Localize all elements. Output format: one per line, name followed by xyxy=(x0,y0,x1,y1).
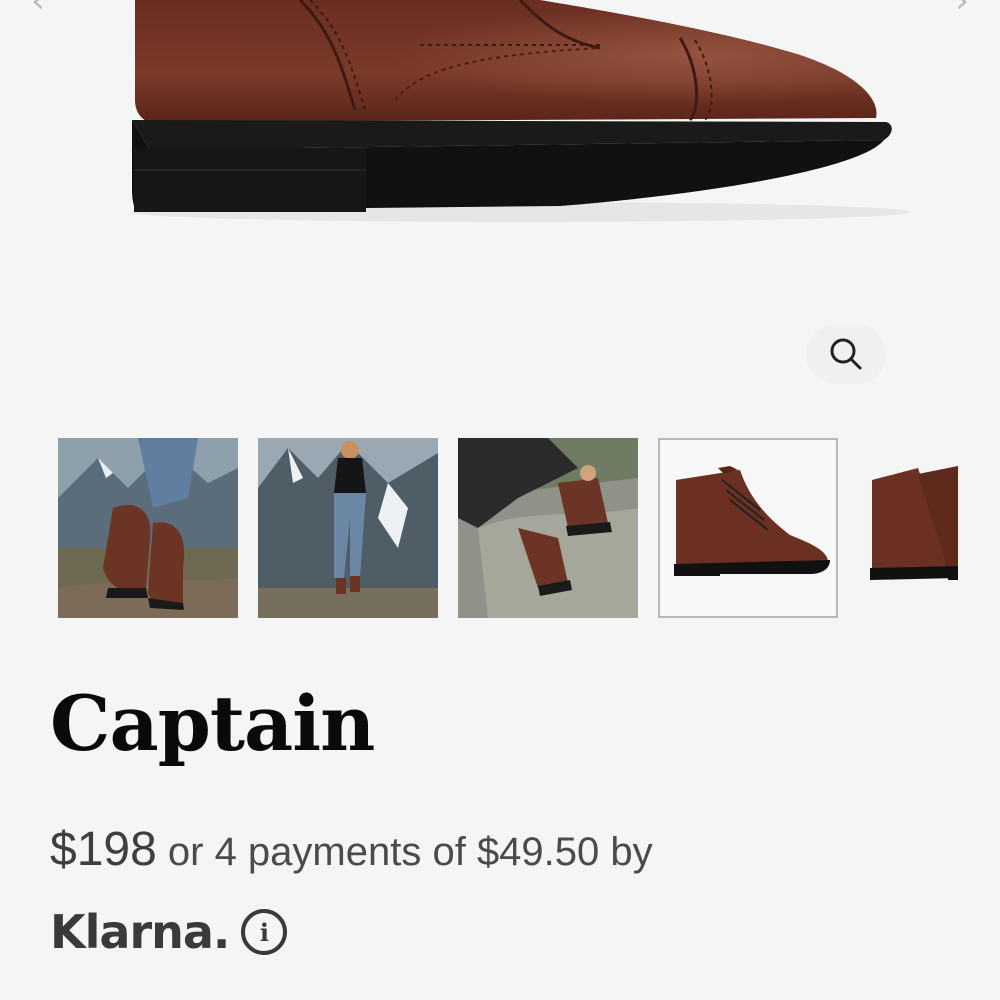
product-price: $198 xyxy=(50,823,157,876)
info-icon[interactable]: i xyxy=(241,909,288,955)
price-line: $198 or 4 payments of $49.50 by xyxy=(50,822,653,877)
thumbnail-3[interactable] xyxy=(458,438,638,618)
product-title: Captain xyxy=(50,679,375,768)
boot-pair-product-view-image xyxy=(858,438,958,618)
klarna-logo[interactable]: Klarna. xyxy=(50,905,230,959)
thumbnail-2[interactable] xyxy=(258,438,438,618)
chevron-right-icon[interactable]: › xyxy=(942,0,982,18)
person-tying-boots-on-rock-image xyxy=(458,438,638,618)
magnifier-icon xyxy=(830,338,862,370)
installment-text: or 4 payments of $49.50 by xyxy=(156,830,653,874)
thumbnail-4[interactable] xyxy=(658,438,838,618)
chevron-left-icon[interactable]: ‹ xyxy=(18,0,58,18)
zoom-button[interactable] xyxy=(806,324,886,384)
boots-on-mountain-trail-image xyxy=(58,438,238,618)
thumbnail-1[interactable] xyxy=(58,438,238,618)
woman-standing-in-mountains-image xyxy=(258,438,438,618)
thumbnail-strip xyxy=(58,438,958,618)
thumbnail-5[interactable] xyxy=(858,438,958,618)
klarna-row: Klarna. i xyxy=(50,900,288,964)
boot-product-side-view-image xyxy=(660,440,836,616)
